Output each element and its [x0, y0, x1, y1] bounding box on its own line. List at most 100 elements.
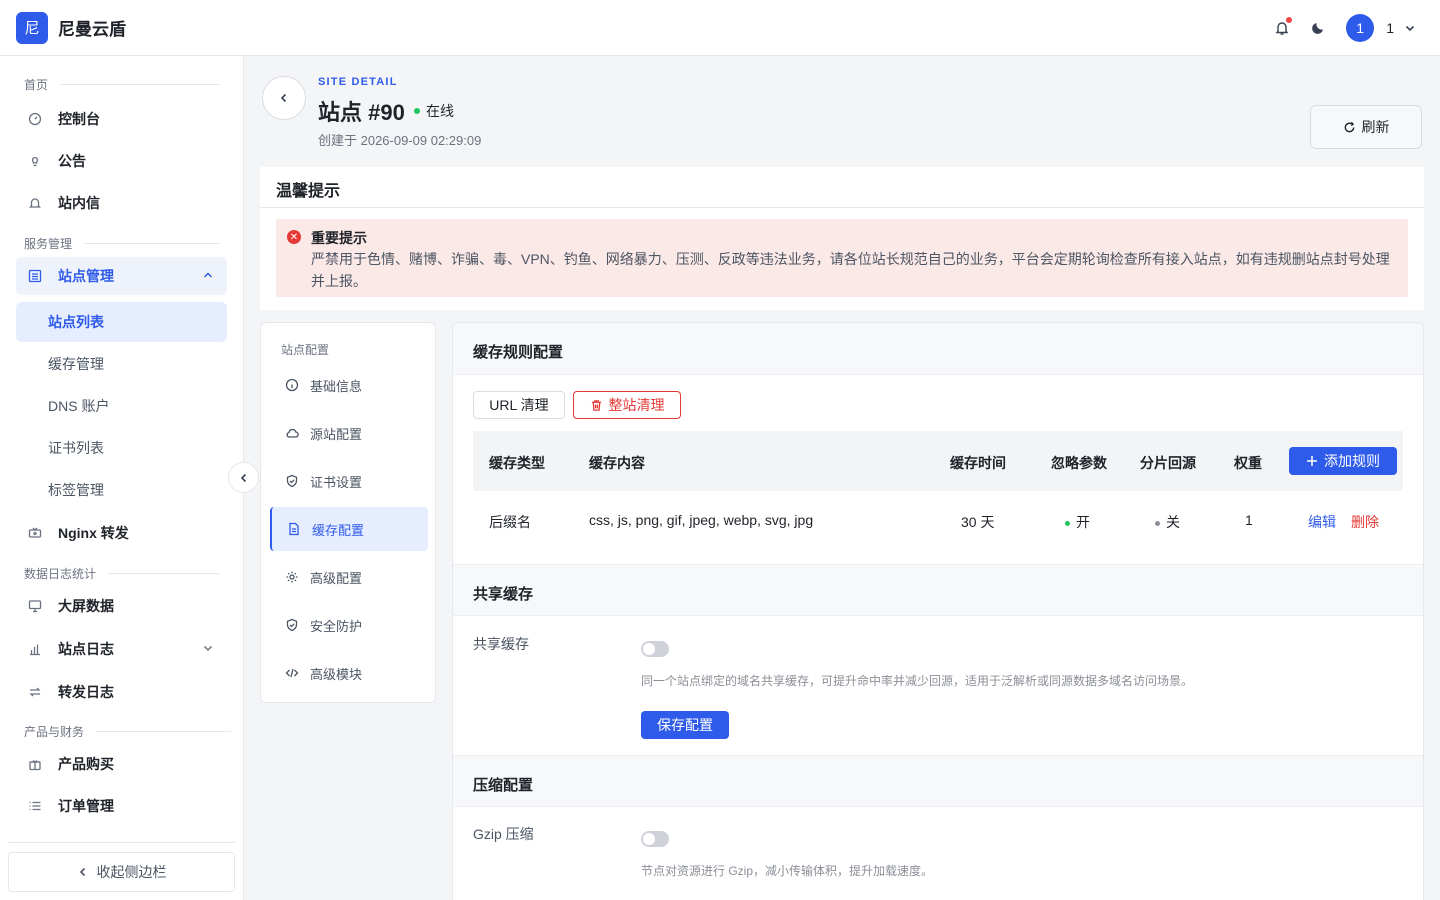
- cache-config-panel: 缓存规则配置 URL 清理 整站清理 缓存类型 缓存内容 缓存时间 忽略参数 分…: [452, 322, 1424, 900]
- gzip-label: Gzip 压缩: [473, 826, 534, 842]
- config-item-cache[interactable]: 缓存配置: [270, 507, 428, 551]
- full-site-purge-button[interactable]: 整站清理: [573, 391, 681, 419]
- section-title: 压缩配置: [473, 777, 534, 794]
- user-avatar[interactable]: 1: [1346, 14, 1375, 42]
- trash-icon: [591, 399, 601, 411]
- monitor-icon: [26, 597, 44, 615]
- config-item-security[interactable]: 安全防护: [270, 603, 428, 647]
- config-menu-label: 站点配置: [281, 343, 330, 357]
- cache-rules-header: 缓存规则配置: [453, 323, 1423, 375]
- alert-body: 严禁用于色情、赌博、诈骗、毒、VPN、钓鱼、网络暴力、压测、反政等违法业务，请各…: [311, 251, 1390, 289]
- button-label: URL 清理: [489, 397, 549, 413]
- brand-name[interactable]: 尼曼云盾: [58, 15, 126, 40]
- alert-title: 重要提示: [311, 230, 367, 246]
- status-dot: [414, 108, 420, 114]
- button-label: 添加规则: [1324, 453, 1380, 469]
- sidebar-item-label: 站内信: [58, 195, 100, 211]
- chevron-up-icon[interactable]: [201, 268, 215, 282]
- status-badge: 在线: [414, 101, 454, 121]
- delete-rule-link[interactable]: 删除: [1351, 512, 1379, 532]
- group-label-text: 产品与财务: [24, 725, 85, 739]
- config-item-label: 高级配置: [310, 570, 363, 586]
- config-item-certificate[interactable]: 证书设置: [270, 459, 428, 503]
- sidebar-bottom-divider: [8, 842, 235, 843]
- shared-cache-label: 共享缓存: [473, 636, 529, 652]
- sidebar-item-cache-management[interactable]: 缓存管理: [16, 344, 227, 384]
- sidebar-item-label: 控制台: [58, 111, 100, 127]
- code-icon: [284, 665, 300, 681]
- back-button[interactable]: [262, 76, 306, 120]
- sidebar-item-label: 站点日志: [58, 641, 114, 657]
- important-alert: ✕ 重要提示 严禁用于色情、赌博、诈骗、毒、VPN、钓鱼、网络暴力、压测、反政等…: [276, 219, 1408, 297]
- sidebar-item-forward-log[interactable]: 转发日志: [16, 673, 227, 711]
- config-item-label: 缓存配置: [312, 522, 365, 538]
- chevron-down-icon[interactable]: [1404, 22, 1416, 34]
- config-item-modules[interactable]: 高级模块: [270, 651, 428, 695]
- sidebar-item-label: 公告: [58, 153, 86, 169]
- column-header-type: 缓存类型: [489, 455, 545, 471]
- sidebar-item-notice[interactable]: 公告: [16, 142, 227, 180]
- sidebar-item-label: 站点列表: [48, 314, 104, 330]
- sidebar-item-nginx-forward[interactable]: Nginx 转发: [16, 514, 227, 552]
- sidebar-item-dashboard[interactable]: 控制台: [16, 100, 227, 138]
- gzip-toggle[interactable]: [641, 831, 669, 847]
- dashboard-icon: [26, 110, 44, 128]
- sidebar-item-label: Nginx 转发: [58, 525, 129, 541]
- sidebar-toggle-button[interactable]: [228, 462, 259, 493]
- top-header: 尼 尼曼云盾 1 1: [0, 0, 1440, 56]
- sidebar-item-inbox[interactable]: 站内信: [16, 184, 227, 222]
- sidebar-item-site-list[interactable]: 站点列表: [16, 302, 227, 342]
- config-item-label: 高级模块: [310, 666, 363, 682]
- sidebar-item-big-screen[interactable]: 大屏数据: [16, 587, 227, 625]
- sidebar-item-label: DNS 账户: [48, 398, 110, 414]
- sidebar-item-product-purchase[interactable]: 产品购买: [16, 745, 227, 783]
- sidebar-item-dns-account[interactable]: DNS 账户: [16, 386, 227, 426]
- cell-weight: 1: [1245, 512, 1253, 528]
- status-text: 在线: [426, 103, 454, 119]
- sidebar-item-site-management[interactable]: 站点管理: [16, 257, 227, 295]
- file-icon: [286, 521, 302, 537]
- site-config-menu: 站点配置 基础信息 源站配置 证书设置 缓存配置 高级配置 安全防护 高级模块: [260, 322, 436, 703]
- url-purge-button[interactable]: URL 清理: [473, 391, 565, 419]
- theme-toggle-button[interactable]: [1306, 16, 1330, 40]
- cell-content: css, js, png, gif, jpeg, webp, svg, jpg: [589, 512, 814, 528]
- collapse-sidebar-button[interactable]: 收起侧边栏: [8, 852, 235, 892]
- notification-dot: [1286, 17, 1293, 23]
- config-item-advanced[interactable]: 高级配置: [270, 555, 428, 599]
- config-item-label: 基础信息: [310, 378, 363, 394]
- shared-cache-toggle[interactable]: [641, 641, 669, 657]
- config-item-label: 源站配置: [310, 426, 363, 442]
- config-item-basic-info[interactable]: 基础信息: [270, 363, 428, 407]
- section-title: 共享缓存: [473, 586, 534, 603]
- sidebar-item-label: 转发日志: [58, 684, 114, 700]
- swap-icon: [26, 683, 44, 701]
- notification-button[interactable]: [1270, 16, 1294, 40]
- config-item-label: 安全防护: [310, 618, 363, 634]
- cache-rules-table-header: 缓存类型 缓存内容 缓存时间 忽略参数 分片回源 权重 添加规则: [473, 431, 1403, 491]
- refresh-icon: [1344, 121, 1354, 132]
- save-config-button[interactable]: 保存配置: [641, 711, 729, 739]
- edit-rule-link[interactable]: 编辑: [1308, 512, 1336, 532]
- sidebar-item-cert-list[interactable]: 证书列表: [16, 428, 227, 468]
- created-time: 创建于 2026-09-09 02:29:09: [318, 133, 482, 148]
- column-header-weight: 权重: [1234, 455, 1262, 471]
- group-label-text: 服务管理: [24, 237, 73, 251]
- sidebar-item-order-management[interactable]: 订单管理: [16, 787, 227, 825]
- sidebar-item-tag-management[interactable]: 标签管理: [16, 470, 227, 510]
- button-label: 整站清理: [608, 397, 665, 413]
- column-header-ignore-params: 忽略参数: [1051, 455, 1107, 471]
- gzip-help: 节点对资源进行 Gzip，减小传输体积，提升加载速度。: [641, 864, 934, 878]
- user-name[interactable]: 1: [1386, 20, 1394, 36]
- cell-ttl: 30 天: [961, 514, 995, 530]
- add-rule-button[interactable]: 添加规则: [1289, 447, 1397, 475]
- brand-logo[interactable]: 尼: [16, 11, 48, 44]
- tip-title: 温馨提示: [276, 183, 341, 200]
- shield-check-icon: [284, 473, 300, 489]
- config-item-origin[interactable]: 源站配置: [270, 411, 428, 455]
- chevron-down-icon[interactable]: [201, 641, 215, 655]
- shared-cache-help: 同一个站点绑定的域名共享缓存，可提升命中率并减少回源，适用于泛解析或同源数据多域…: [641, 674, 1194, 688]
- sidebar-item-label: 订单管理: [58, 798, 114, 814]
- config-item-label: 证书设置: [310, 474, 363, 490]
- refresh-button[interactable]: 刷新: [1310, 105, 1422, 149]
- sidebar-item-site-log[interactable]: 站点日志: [16, 630, 227, 668]
